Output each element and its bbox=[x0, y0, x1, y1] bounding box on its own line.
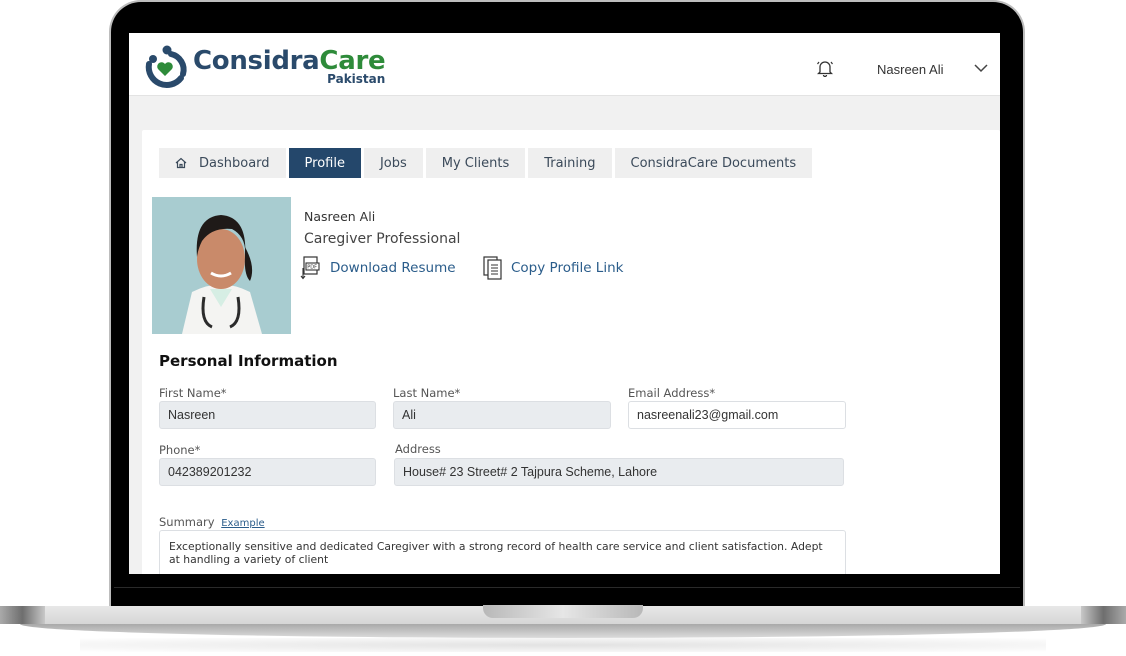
tab-label: Profile bbox=[304, 155, 345, 171]
user-menu-name[interactable]: Nasreen Ali bbox=[877, 62, 943, 77]
last-name-label: Last Name* bbox=[393, 386, 461, 400]
tab-considracare-documents[interactable]: ConsidraCare Documents bbox=[614, 148, 813, 178]
copy-profile-link-button[interactable]: Copy Profile Link bbox=[483, 256, 623, 280]
tab-label: Jobs bbox=[379, 155, 407, 171]
logo-mark-icon bbox=[145, 45, 187, 88]
download-resume-button[interactable]: PDF Download Resume bbox=[300, 256, 456, 280]
pdf-download-icon: PDF bbox=[300, 256, 320, 280]
tab-profile[interactable]: Profile bbox=[288, 148, 361, 178]
tab-my-clients[interactable]: My Clients bbox=[425, 148, 526, 178]
tab-label: Dashboard bbox=[199, 155, 270, 171]
last-name-field[interactable]: Ali bbox=[393, 401, 611, 429]
tab-label: My Clients bbox=[441, 155, 510, 171]
address-label: Address bbox=[395, 442, 441, 456]
profile-title: Caregiver Professional bbox=[304, 231, 461, 247]
laptop-shadow bbox=[80, 638, 1046, 652]
summary-label: Summary bbox=[159, 515, 215, 529]
brand-primary: Considra bbox=[193, 46, 320, 76]
tab-label: ConsidraCare Documents bbox=[630, 155, 797, 171]
summary-label-row: Summary Example bbox=[159, 515, 265, 529]
bell-icon[interactable] bbox=[817, 59, 833, 77]
tab-training[interactable]: Training bbox=[528, 148, 612, 178]
copy-document-icon bbox=[483, 256, 502, 280]
first-name-field[interactable]: Nasreen bbox=[159, 401, 376, 429]
summary-textarea[interactable]: Exceptionally sensitive and dedicated Ca… bbox=[159, 530, 846, 574]
laptop-base-lower bbox=[20, 624, 1106, 638]
profile-photo bbox=[152, 197, 291, 334]
logo[interactable]: ConsidraCare Pakistan bbox=[141, 44, 386, 92]
address-field[interactable]: House# 23 Street# 2 Tajpura Scheme, Laho… bbox=[394, 458, 844, 486]
laptop-notch bbox=[483, 605, 643, 618]
first-name-label: First Name* bbox=[159, 386, 227, 400]
phone-label: Phone* bbox=[159, 443, 201, 457]
profile-name: Nasreen Ali bbox=[304, 209, 376, 224]
tab-dashboard[interactable]: Dashboard bbox=[159, 148, 286, 178]
home-icon bbox=[175, 157, 187, 169]
copy-profile-link-label: Copy Profile Link bbox=[511, 260, 624, 276]
top-navbar: ConsidraCare Pakistan Nasreen Ali bbox=[129, 33, 1000, 96]
download-resume-label: Download Resume bbox=[330, 260, 456, 276]
tab-jobs[interactable]: Jobs bbox=[363, 148, 423, 178]
chevron-down-icon[interactable] bbox=[974, 63, 988, 73]
bezel-divider bbox=[114, 587, 1020, 588]
phone-field[interactable]: 042389201232 bbox=[159, 458, 376, 486]
email-field[interactable]: nasreenali23@gmail.com bbox=[628, 401, 846, 429]
summary-example-link[interactable]: Example bbox=[221, 518, 264, 529]
main-tabs: Dashboard Profile Jobs My Clients Traini… bbox=[159, 148, 813, 178]
svg-text:PDF: PDF bbox=[307, 265, 317, 271]
app-screen: ConsidraCare Pakistan Nasreen Ali Dashbo… bbox=[129, 33, 1000, 574]
personal-information-heading: Personal Information bbox=[159, 352, 338, 370]
profile-card: Dashboard Profile Jobs My Clients Traini… bbox=[142, 130, 1000, 574]
email-label: Email Address* bbox=[628, 386, 716, 400]
tab-label: Training bbox=[544, 155, 596, 171]
